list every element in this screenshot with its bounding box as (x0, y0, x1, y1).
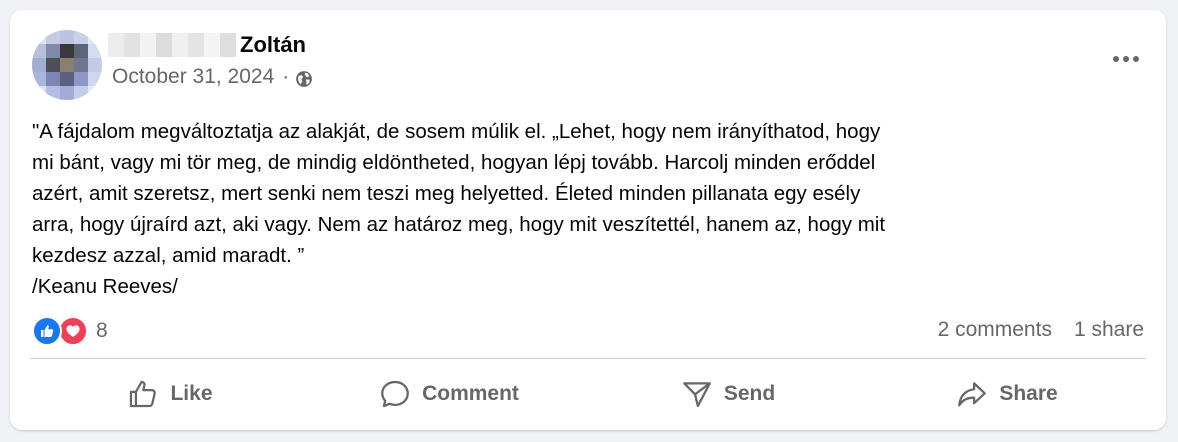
shares-count[interactable]: 1 share (1074, 318, 1144, 342)
reaction-count: 8 (96, 319, 108, 342)
reactions-summary[interactable]: 8 (32, 316, 108, 346)
author-name-redacted (108, 33, 236, 57)
comment-label: Comment (422, 382, 519, 405)
post-text-line: mi bánt, vagy mi tör meg, de mindig eldö… (32, 151, 876, 174)
share-button[interactable]: Share (867, 366, 1146, 422)
post-text-line: "A fájdalom megváltoztatja az alakját, d… (32, 120, 881, 143)
love-reaction-icon (58, 316, 88, 346)
post-meta: October 31, 2024 · (112, 65, 313, 89)
meta-separator: · (282, 65, 290, 88)
author-name[interactable]: Zoltán (240, 32, 306, 58)
comment-icon (381, 380, 409, 408)
post-card: Zoltán October 31, 2024 · "A fájdalom me… (10, 10, 1166, 430)
globe-icon[interactable] (295, 70, 313, 88)
like-button[interactable]: Like (30, 366, 309, 422)
like-reaction-icon (32, 316, 62, 346)
share-icon (958, 382, 987, 407)
comments-count[interactable]: 2 comments (938, 318, 1052, 342)
send-icon (682, 382, 711, 408)
engagement-counts: 2 comments 1 share (938, 318, 1144, 342)
author-row: Zoltán (108, 32, 306, 58)
post-text-line: azért, amit szeretsz, mert senki nem tes… (32, 182, 861, 205)
post-text-line: arra, hogy újraírd azt, aki vagy. Nem az… (32, 213, 886, 236)
more-options-icon[interactable] (1108, 44, 1144, 74)
share-label: Share (999, 382, 1058, 405)
send-button[interactable]: Send (588, 366, 867, 422)
post-date[interactable]: October 31, 2024 (112, 65, 274, 89)
send-label: Send (723, 382, 776, 405)
action-bar: Like Comment Send Share (30, 366, 1146, 422)
comment-button[interactable]: Comment (309, 366, 588, 422)
post-text-line: kezdesz azzal, amid maradt. ” (32, 244, 305, 267)
post-text: "A fájdalom megváltoztatja az alakját, d… (32, 116, 1142, 302)
avatar[interactable] (32, 30, 102, 100)
thumbs-up-icon (130, 380, 157, 408)
divider (30, 358, 1146, 359)
post-text-line: /Keanu Reeves/ (32, 275, 178, 298)
like-label: Like (170, 382, 213, 405)
